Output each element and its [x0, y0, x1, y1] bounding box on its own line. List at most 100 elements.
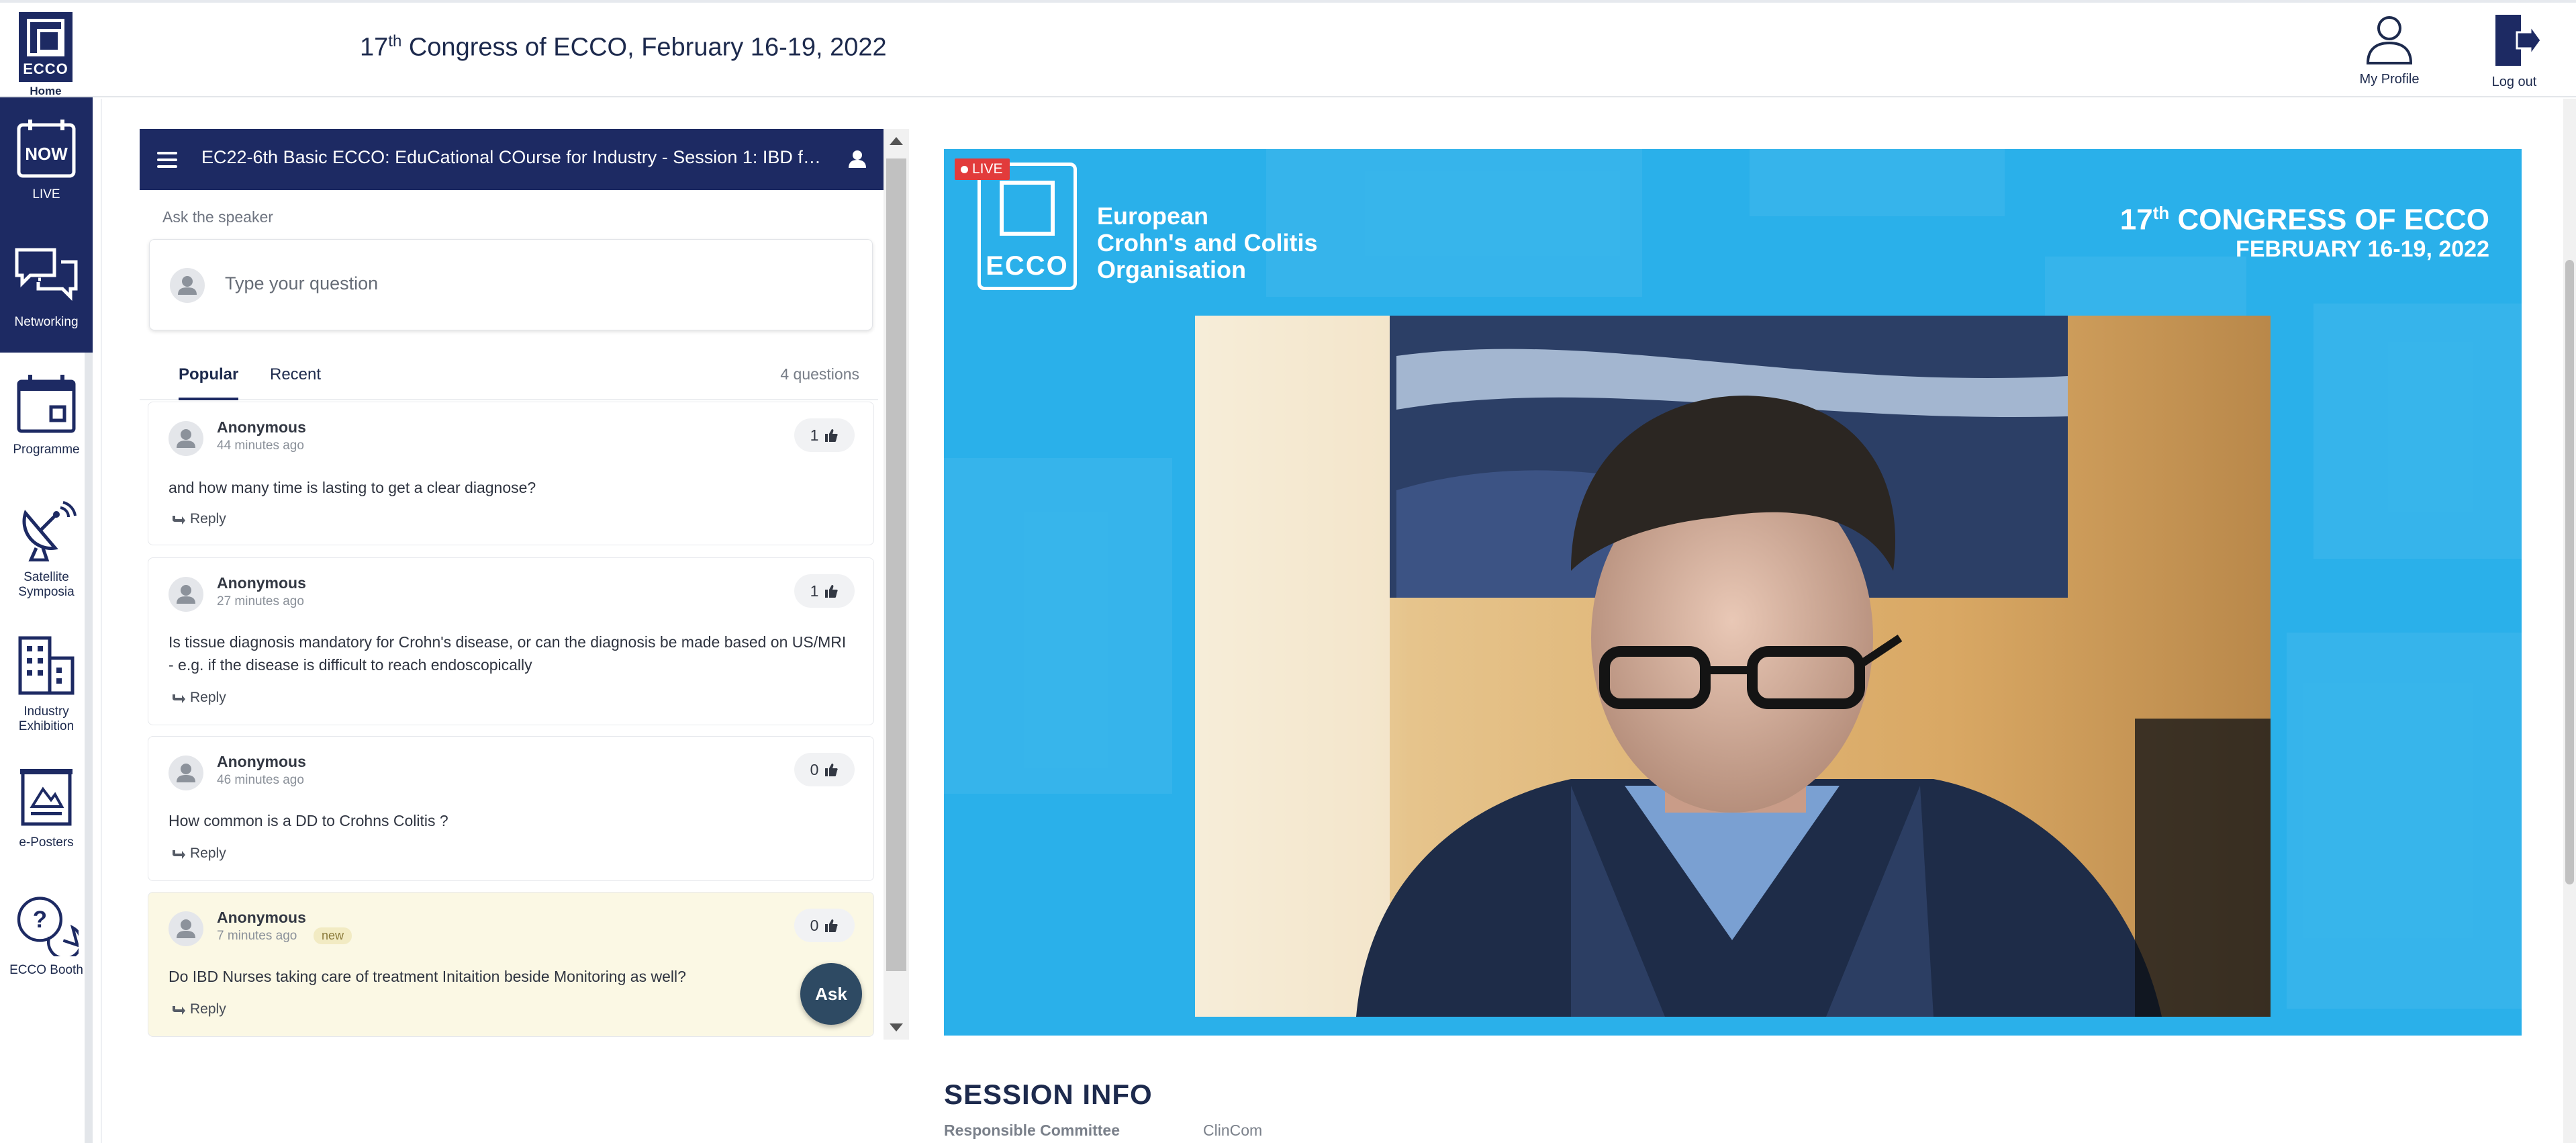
qa-tabs: Popular Recent 4 questions — [140, 349, 878, 400]
new-badge: new — [314, 927, 352, 944]
ecco-logo: ECCO — [19, 12, 73, 82]
home-logo-link[interactable]: ECCO Home — [15, 12, 77, 99]
tab-popular[interactable]: Popular — [179, 365, 239, 400]
question-text: Is tissue diagnosis mandatory for Crohn'… — [169, 633, 847, 674]
ask-button[interactable]: Ask — [800, 963, 862, 1025]
top-header: ECCO Home 17th Congress of ECCO, Februar… — [0, 0, 2576, 97]
question-card: Anonymous 7 minutes ago new 0 Do IBD Nur… — [148, 892, 874, 1037]
reply-button[interactable]: Reply — [171, 511, 226, 527]
question-author: Anonymous — [217, 574, 306, 592]
help-bubble-icon: ? — [14, 892, 79, 956]
reply-button[interactable]: Reply — [171, 1001, 226, 1017]
sidebar-item-label: Networking — [14, 315, 79, 329]
question-text: How common is a DD to Crohns Colitis ? — [169, 812, 448, 829]
like-button[interactable]: 1 — [794, 418, 855, 452]
question-count: 4 questions — [780, 365, 859, 383]
question-time: 7 minutes ago — [217, 929, 297, 943]
svg-text:?: ? — [33, 907, 47, 933]
question-list: Anonymous 44 minutes ago 1 and how many … — [140, 402, 884, 1040]
thumbs-up-icon — [825, 429, 839, 442]
sidebar-item-e-posters[interactable]: e-Posters — [0, 745, 93, 873]
reply-label: Reply — [190, 690, 226, 705]
question-time: 27 minutes ago — [217, 594, 304, 608]
qa-scrollbar-thumb[interactable] — [886, 158, 906, 971]
sidebar-item-networking[interactable]: Networking — [0, 225, 93, 353]
logout-button[interactable]: Log out — [2471, 12, 2558, 90]
question-text: and how many time is lasting to get a cl… — [169, 479, 536, 496]
question-author: Anonymous — [217, 909, 306, 926]
like-count: 0 — [810, 760, 819, 778]
scroll-up-arrow-icon[interactable] — [890, 137, 903, 145]
reply-button[interactable]: Reply — [171, 845, 226, 862]
reply-label: Reply — [190, 1001, 226, 1017]
sidebar-item-satellite-symposia[interactable]: Satellite Symposia — [0, 480, 93, 608]
video-logo-word: ECCO — [986, 251, 1069, 281]
avatar — [170, 268, 205, 306]
video-organisation-name: European Crohn's and Colitis Organisatio… — [1097, 202, 1318, 283]
like-button[interactable]: 1 — [794, 574, 855, 608]
calendar-icon — [14, 371, 79, 436]
sidebar-item-programme[interactable]: Programme — [0, 353, 93, 480]
session-info-value: ClinCom — [1203, 1122, 1263, 1139]
now-live-icon: NOW — [14, 116, 79, 181]
sidebar-item-label: e-Posters — [19, 835, 74, 850]
sidebar-item-label: Industry Exhibition — [18, 704, 75, 733]
reply-button[interactable]: Reply — [171, 690, 226, 706]
page-scrollbar[interactable] — [2563, 99, 2576, 1143]
sidebar-item-live[interactable]: NOW LIVE — [0, 97, 93, 225]
like-count: 0 — [810, 916, 819, 934]
sidebar-item-label: LIVE — [32, 187, 60, 201]
question-card: Anonymous 44 minutes ago 1 and how many … — [148, 402, 874, 545]
reply-arrow-icon — [173, 850, 185, 859]
sidebar-item-industry-exhibition[interactable]: Industry Exhibition — [0, 614, 93, 742]
video-congress-date: FEBRUARY 16-19, 2022 — [2236, 236, 2489, 262]
page-scrollbar-thumb[interactable] — [2565, 260, 2574, 884]
question-card: Anonymous 27 minutes ago 1 Is tissue dia… — [148, 557, 874, 725]
ask-the-speaker-label: Ask the speaker — [162, 208, 273, 226]
question-author: Anonymous — [217, 418, 306, 436]
thumbs-up-icon — [825, 764, 839, 776]
hamburger-menu-icon[interactable] — [157, 152, 177, 172]
session-info-label: Responsible Committee — [944, 1122, 1120, 1139]
sidebar-nav: NOW LIVE Networking Programme Satellite … — [0, 97, 93, 1143]
scroll-down-arrow-icon[interactable] — [890, 1023, 903, 1032]
question-text: Do IBD Nurses taking care of treatment I… — [169, 968, 686, 985]
question-input[interactable] — [225, 273, 849, 294]
reply-label: Reply — [190, 511, 226, 527]
sidebar-item-label: Programme — [13, 443, 80, 457]
sidebar-item-ecco-booth[interactable]: ? ECCO Booth — [0, 873, 93, 1001]
speaker-webcam-feed — [1195, 316, 2271, 1017]
like-count: 1 — [810, 426, 819, 444]
like-count: 1 — [810, 582, 819, 600]
like-button[interactable]: 0 — [794, 753, 855, 786]
question-time: 44 minutes ago — [217, 439, 304, 453]
my-profile-label: My Profile — [2359, 72, 2420, 87]
sidebar-item-label: Satellite Symposia — [18, 570, 75, 599]
qa-scrollbar[interactable] — [884, 129, 909, 1040]
logout-icon — [2495, 15, 2542, 66]
session-info-heading: SESSION INFO — [944, 1079, 1153, 1110]
thumbs-up-icon — [825, 919, 839, 932]
svg-text:NOW: NOW — [25, 144, 68, 164]
like-button[interactable]: 0 — [794, 909, 855, 942]
session-title: EC22-6th Basic ECCO: EduCational COurse … — [201, 147, 826, 167]
tab-recent[interactable]: Recent — [270, 365, 321, 398]
my-profile-button[interactable]: My Profile — [2346, 12, 2433, 87]
live-video-player[interactable]: ECCO LIVE European Crohn's and Colitis O… — [944, 149, 2522, 1036]
video-congress-title: 17th CONGRESS OF ECCO — [2119, 203, 2489, 236]
user-profile-icon — [2366, 16, 2413, 64]
chat-bubbles-icon — [14, 244, 79, 308]
reply-label: Reply — [190, 845, 226, 861]
reply-arrow-icon — [173, 1006, 185, 1015]
question-time: 46 minutes ago — [217, 773, 304, 787]
page-title: 17th Congress of ECCO, February 16-19, 2… — [360, 32, 887, 62]
person-icon[interactable] — [847, 149, 867, 173]
poster-icon — [14, 764, 79, 829]
question-card: Anonymous 46 minutes ago 0 How common is… — [148, 736, 874, 881]
reply-arrow-icon — [173, 694, 185, 703]
satellite-dish-icon — [14, 499, 79, 563]
reply-arrow-icon — [173, 516, 185, 524]
avatar — [169, 756, 203, 794]
sidebar-item-label: ECCO Booth — [9, 963, 83, 977]
question-input-box — [149, 239, 873, 330]
